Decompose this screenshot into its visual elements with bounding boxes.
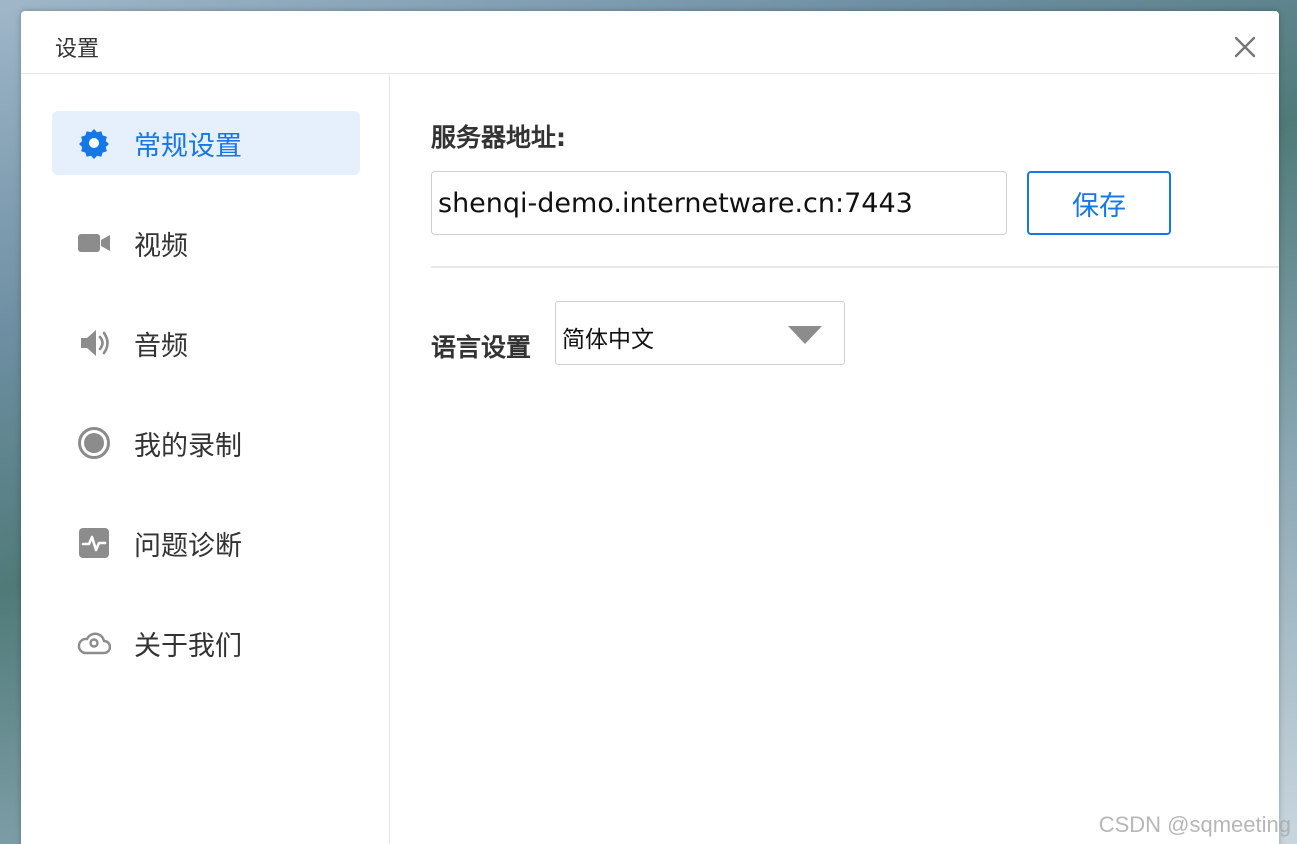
close-icon <box>1234 36 1256 58</box>
cloud-icon <box>76 625 112 661</box>
triangle-down-icon <box>788 326 822 344</box>
sidebar-item-video[interactable]: 视频 <box>52 211 360 275</box>
sidebar-item-general[interactable]: 常规设置 <box>52 111 360 175</box>
server-address-input[interactable] <box>431 171 1007 235</box>
pulse-icon <box>76 525 112 561</box>
sidebar-item-recordings[interactable]: 我的录制 <box>52 411 360 475</box>
sidebar-item-label: 常规设置 <box>134 130 242 162</box>
language-select[interactable]: 简体中文 <box>555 301 845 365</box>
sidebar-item-diagnostics[interactable]: 问题诊断 <box>52 511 360 575</box>
dialog-titlebar: 设置 <box>21 11 1279 74</box>
sidebar-item-label: 关于我们 <box>134 630 242 662</box>
settings-sidebar: 常规设置 视频 音频 我的录制 问题诊断 关于我们 <box>21 74 390 844</box>
sidebar-item-label: 我的录制 <box>134 430 242 462</box>
general-settings-panel: 服务器地址: 保存 语言设置 简体中文 <box>391 74 1279 844</box>
language-select-value: 简体中文 <box>562 327 654 353</box>
sidebar-item-label: 视频 <box>134 230 188 262</box>
settings-dialog: 设置 常规设置 视频 音频 我的录制 问题诊断 关于我们 服务器地址: shen… <box>21 11 1279 844</box>
divider <box>431 266 1279 268</box>
video-camera-icon <box>76 225 112 261</box>
dialog-title: 设置 <box>55 37 100 62</box>
sidebar-item-audio[interactable]: 音频 <box>52 311 360 375</box>
sidebar-item-label: 问题诊断 <box>134 530 242 562</box>
gear-icon <box>76 125 112 161</box>
server-address-label: 服务器地址: <box>431 123 566 152</box>
language-label: 语言设置 <box>431 333 532 362</box>
sidebar-item-label: 音频 <box>134 330 188 362</box>
speaker-icon <box>76 325 112 361</box>
record-icon <box>76 425 112 461</box>
close-button[interactable] <box>1231 33 1259 61</box>
watermark: CSDN @sqmeeting <box>1098 812 1291 837</box>
save-button[interactable]: 保存 <box>1027 171 1171 235</box>
sidebar-item-about[interactable]: 关于我们 <box>52 611 360 675</box>
